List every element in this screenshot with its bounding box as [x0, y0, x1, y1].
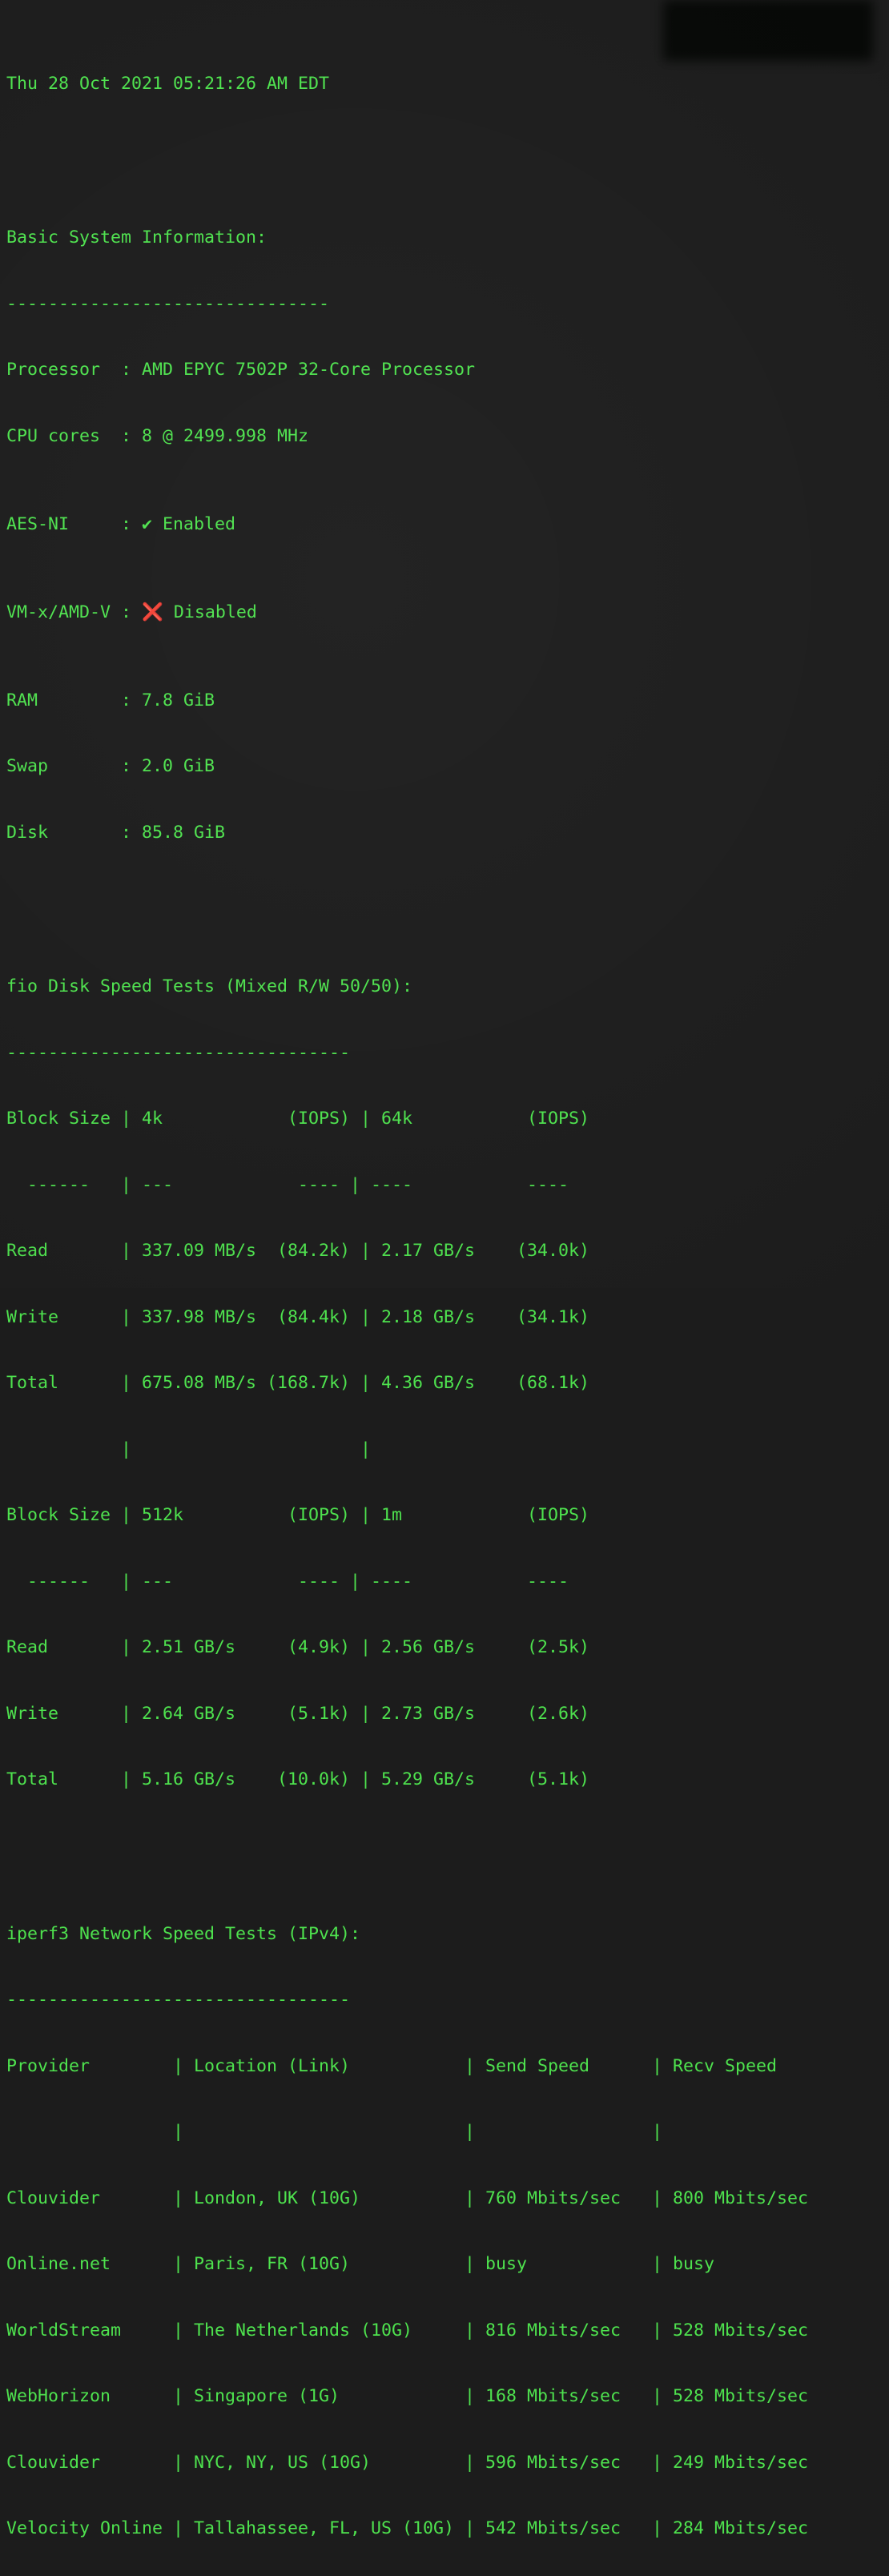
vmx-amdv-gap — [163, 602, 174, 622]
fio-table-a-read-row: Read | 337.09 MB/s (84.2k) | 2.17 GB/s (… — [6, 1241, 590, 1261]
vmx-amdv-line: VM-x/AMD-V : ❌ Disabled — [6, 602, 889, 624]
table-row: Velocity Online | Tallahassee, FL, US (1… — [6, 2518, 809, 2538]
fio-table-a-write-row: Write | 337.98 MB/s (84.4k) | 2.18 GB/s … — [6, 1306, 590, 1327]
table-row: Clouvider | NYC, NY, US (10G) | 596 Mbit… — [6, 2452, 809, 2473]
timestamp-line: Thu 28 Oct 2021 05:21:26 AM EDT — [6, 73, 330, 94]
basic-system-information-rule: ------------------------------- — [6, 293, 330, 314]
fio-disk-tests-rule: --------------------------------- — [6, 1042, 351, 1063]
iperf3-ipv4-spacer: | | | — [6, 2122, 663, 2142]
iperf3-ipv4-header: Provider | Location (Link) | Send Speed … — [6, 2055, 778, 2076]
fio-table-a-divider: ------ | --- ---- | ---- ---- — [6, 1174, 569, 1195]
iperf3-ipv4-rule: --------------------------------- — [6, 1990, 351, 2010]
aes-ni-line: AES-NI : ✔ Enabled — [6, 513, 889, 536]
aes-ni-status: Enabled — [163, 513, 236, 534]
cross-icon: ❌ — [142, 602, 163, 622]
table-row: Clouvider | London, UK (10G) | 760 Mbits… — [6, 2188, 809, 2208]
processor-line: Processor : AMD EPYC 7502P 32-Core Proce… — [6, 360, 476, 380]
fio-table-spacer: | | — [6, 1439, 372, 1459]
basic-system-information-heading: Basic System Information: — [6, 227, 268, 248]
fio-disk-tests-heading: fio Disk Speed Tests (Mixed R/W 50/50): — [6, 976, 413, 996]
fio-table-b-divider: ------ | --- ---- | ---- ---- — [6, 1571, 569, 1592]
cpu-cores-line: CPU cores : 8 @ 2499.998 MHz — [6, 425, 309, 446]
iperf3-ipv4-heading: iperf3 Network Speed Tests (IPv4): — [6, 1923, 361, 1944]
terminal-output[interactable]: Thu 28 Oct 2021 05:21:26 AM EDT Basic Sy… — [6, 6, 889, 2576]
fio-table-b-write-row: Write | 2.64 GB/s (5.1k) | 2.73 GB/s (2.… — [6, 1703, 590, 1724]
table-row: WebHorizon | Singapore (1G) | 168 Mbits/… — [6, 2386, 809, 2406]
fio-table-b-header: Block Size | 512k (IOPS) | 1m (IOPS) — [6, 1505, 590, 1525]
table-row: Online.net | Paris, FR (10G) | busy | bu… — [6, 2254, 715, 2274]
swap-line: Swap : 2.0 GiB — [6, 756, 215, 776]
fio-table-b-read-row: Read | 2.51 GB/s (4.9k) | 2.56 GB/s (2.5… — [6, 1637, 590, 1657]
fio-table-a-total-row: Total | 675.08 MB/s (168.7k) | 4.36 GB/s… — [6, 1373, 590, 1393]
fio-table-a-header: Block Size | 4k (IOPS) | 64k (IOPS) — [6, 1109, 590, 1129]
fio-table-b-total-row: Total | 5.16 GB/s (10.0k) | 5.29 GB/s (5… — [6, 1769, 590, 1789]
aes-ni-value — [152, 514, 163, 534]
disk-line: Disk : 85.8 GiB — [6, 822, 226, 843]
check-icon: ✔ — [142, 513, 153, 534]
aes-ni-label: AES-NI : — [6, 513, 143, 534]
vmx-amdv-label: VM-x/AMD-V : — [6, 602, 143, 622]
table-row: WorldStream | The Netherlands (10G) | 81… — [6, 2320, 809, 2341]
vmx-amdv-status: Disabled — [173, 602, 257, 622]
ram-line: RAM : 7.8 GiB — [6, 690, 215, 710]
